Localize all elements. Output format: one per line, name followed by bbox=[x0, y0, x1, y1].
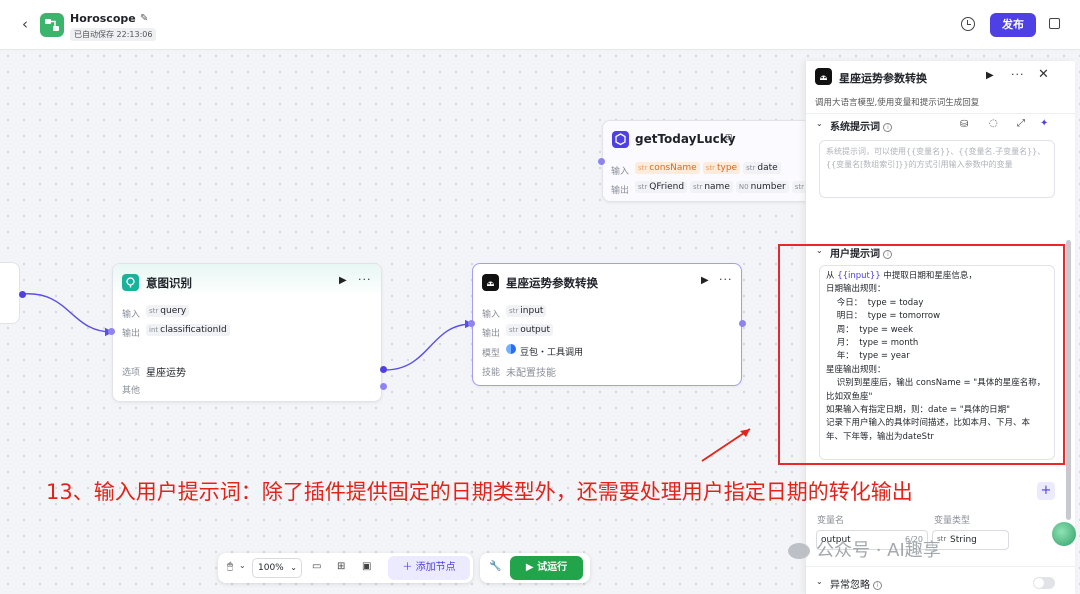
system-prompt-label: 系统提示词 i bbox=[830, 118, 893, 133]
panel-title: 星座运势参数转换 bbox=[839, 72, 927, 85]
start-output-port[interactable] bbox=[19, 291, 26, 298]
model-value: 豆包・工具调用 bbox=[520, 348, 584, 358]
option-output-port[interactable] bbox=[380, 366, 387, 373]
node-llm[interactable]: 星座运势参数转换 ▶ ··· 输入 str input 输出 str output … bbox=[472, 263, 742, 386]
input-label: 输入 bbox=[611, 167, 630, 177]
other-output-port[interactable] bbox=[380, 383, 387, 390]
run-node-icon[interactable]: ▶ bbox=[701, 275, 709, 286]
output-label: 输出 bbox=[122, 329, 141, 339]
param-tag: N0 number bbox=[735, 181, 789, 193]
panel-scrollbar[interactable] bbox=[1066, 240, 1071, 520]
var-type-select[interactable]: str String bbox=[932, 530, 1009, 550]
intent-icon bbox=[122, 274, 139, 291]
divider bbox=[806, 113, 1075, 114]
llm-icon bbox=[482, 274, 499, 291]
divider bbox=[806, 566, 1075, 567]
wrench-icon[interactable]: 🔧 bbox=[489, 561, 501, 572]
exception-label: 异常忽略 i bbox=[830, 576, 883, 591]
run-toolbar: 🔧 ▶ 试运行 bbox=[480, 553, 590, 583]
trial-run-button[interactable]: ▶ 试运行 bbox=[510, 556, 583, 580]
input-tags: str input bbox=[506, 305, 549, 317]
param-tag: str QFriend bbox=[635, 181, 688, 193]
close-icon[interactable]: ✕ bbox=[1038, 67, 1049, 82]
param-tag: str name bbox=[690, 181, 733, 193]
input-tags: str query bbox=[146, 305, 192, 317]
mouse-mode-icon[interactable]: 🖱 bbox=[227, 561, 233, 572]
output-tags: str output bbox=[506, 324, 556, 336]
exception-toggle[interactable] bbox=[1033, 577, 1055, 589]
watermark: 公众号 · AI趣享 bbox=[788, 536, 941, 562]
param-tag: str consName bbox=[635, 162, 700, 174]
output-label: 输出 bbox=[611, 186, 630, 196]
param-tag: str date bbox=[743, 162, 781, 174]
info-icon: i bbox=[873, 580, 883, 590]
node-badge-icon: ⊞ bbox=[725, 133, 733, 143]
doubao-model-icon bbox=[506, 344, 516, 354]
input-label: 输入 bbox=[122, 310, 141, 320]
skill-label: 技能 bbox=[482, 368, 501, 378]
expand-icon[interactable]: ⤢ bbox=[1017, 118, 1025, 129]
node-intent[interactable]: 意图识别 ▶ ··· 输入 str query 输出 int classificat… bbox=[112, 263, 382, 402]
param-tag: str output bbox=[506, 324, 553, 336]
comment-icon[interactable]: ▭ bbox=[312, 561, 321, 572]
more-icon[interactable]: ··· bbox=[719, 273, 733, 286]
output-tags: str QFriend str name N0 number str bbox=[635, 181, 812, 193]
add-output-button[interactable]: + bbox=[1037, 482, 1055, 500]
node-title: 星座运势参数转换 bbox=[506, 276, 598, 290]
run-node-icon[interactable]: ▶ bbox=[986, 70, 994, 81]
collapse-chevron-icon[interactable]: ⌄ bbox=[816, 577, 823, 586]
layout-icon[interactable]: ⊞ bbox=[337, 561, 345, 572]
wechat-icon bbox=[788, 543, 810, 559]
llm-icon bbox=[815, 68, 832, 85]
other-label: 其他 bbox=[122, 386, 141, 396]
start-node-partial[interactable] bbox=[0, 262, 20, 324]
panel-description: 调用大语言模型,使用变量和提示词生成回复 bbox=[815, 98, 980, 108]
annotation-text: 13、输入用户提示词：除了插件提供固定的日期类型外，还需要处理用户指定日期的转化… bbox=[46, 480, 913, 504]
edge-start-intent bbox=[21, 293, 113, 333]
param-tag: str input bbox=[506, 305, 547, 317]
bottom-toolbar: 🖱 ⌄ 100% ⌄ ▭ ⊞ ▣ ＋ 添加节点 bbox=[218, 553, 473, 583]
more-icon[interactable]: ··· bbox=[1011, 68, 1025, 81]
node-title: 意图识别 bbox=[146, 276, 192, 290]
input-tags: str consName str type str date bbox=[635, 162, 784, 174]
param-tag: str query bbox=[146, 305, 190, 317]
var-type-header: 变量类型 bbox=[934, 516, 971, 526]
system-prompt-input[interactable]: 系统提示词，可以使用{{变量名}}、{{变量名.子变量名}}、{{变量名[数组索… bbox=[819, 140, 1055, 198]
skill-value: 未配置技能 bbox=[506, 368, 556, 379]
var-name-header: 变量名 bbox=[817, 516, 845, 526]
node-title: getTodayLucky bbox=[635, 132, 736, 146]
plugin-icon bbox=[612, 131, 629, 148]
input-label: 输入 bbox=[482, 310, 501, 320]
watermark-avatar bbox=[1052, 522, 1076, 546]
input-port[interactable] bbox=[108, 328, 115, 335]
more-icon[interactable]: ··· bbox=[358, 273, 372, 286]
annotation-arrow-icon bbox=[701, 428, 751, 462]
output-port[interactable] bbox=[739, 320, 746, 327]
input-port[interactable] bbox=[468, 320, 475, 327]
ai-optimize-icon[interactable]: ✦ bbox=[1040, 118, 1048, 129]
minimap-icon[interactable]: ▣ bbox=[362, 561, 371, 572]
add-node-button[interactable]: ＋ 添加节点 bbox=[388, 556, 470, 580]
output-tags: int classificationId bbox=[146, 324, 233, 336]
collapse-chevron-icon[interactable]: ⌄ bbox=[816, 119, 823, 128]
chevron-down-icon[interactable]: ⌄ bbox=[239, 561, 246, 570]
option-value: 星座运势 bbox=[146, 368, 186, 379]
highlight-box bbox=[778, 244, 1065, 465]
option-label: 选项 bbox=[122, 368, 141, 378]
info-icon: i bbox=[883, 122, 893, 132]
param-tag: int classificationId bbox=[146, 324, 230, 336]
publish-button[interactable]: 发布 bbox=[990, 13, 1036, 37]
model-label: 模型 bbox=[482, 349, 501, 359]
zoom-select[interactable]: 100% ⌄ bbox=[252, 558, 302, 578]
input-port[interactable] bbox=[598, 158, 605, 165]
copy-icon[interactable] bbox=[1049, 18, 1060, 29]
library-icon[interactable]: ⛁ bbox=[960, 119, 968, 130]
param-tag: str type bbox=[702, 162, 741, 174]
edge-intent-llm bbox=[384, 323, 473, 371]
run-node-icon[interactable]: ▶ bbox=[339, 275, 347, 286]
output-label: 输出 bbox=[482, 329, 501, 339]
history-icon[interactable] bbox=[961, 17, 975, 31]
bulb-icon[interactable]: ◌ bbox=[989, 118, 998, 129]
node-get-today-lucky[interactable]: getTodayLucky ⊞ 输入 str consName str type str… bbox=[602, 120, 817, 202]
